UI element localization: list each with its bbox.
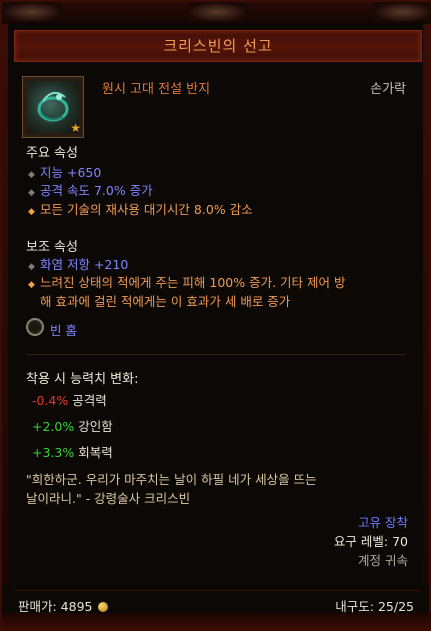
legendary-bullet-icon: ◆ [28,280,35,290]
bullet-icon: ◆ [28,262,35,272]
gold-coin-icon [98,602,109,612]
item-icon-frame: ★ [22,76,84,138]
required-level: 요구 레벨: 70 [333,534,408,549]
bottom-ornament [2,613,431,629]
secondary-stat: ◆ 화염 저항 +210 [28,257,129,272]
bullet-icon: ◆ [28,170,35,180]
bullet-icon: ◆ [28,188,35,198]
primary-stat: ◆ 지능 +650 [28,165,102,180]
ancient-star-icon: ★ [70,121,81,135]
item-type: 원시 고대 전설 반지 [102,82,211,97]
legendary-stat-continued: 해 효과에 걸린 적에게는 이 효과가 세 배로 증가 [40,294,291,309]
primary-stat: ◆ 공격 속도 7.0% 증가 [28,183,153,198]
left-border [2,24,8,584]
primary-label: 주요 속성 [26,146,78,161]
left-ornament [2,2,62,22]
flavor-text: "희한하군. 우리가 마주치는 날이 하필 네가 세상을 뜨는 날이라니." -… [26,472,317,506]
empty-socket-icon [26,318,44,336]
stat-change-row: +2.0% 강인함 [32,419,113,434]
stat-change-row: -0.4% 공격력 [32,393,107,408]
item-slot: 손가락 [370,82,406,97]
divider [26,354,406,355]
legendary-stat: ◆ 느려진 상태의 적에게 주는 피해 100% 증가. 기타 제어 방 [28,275,346,290]
title-bar: 크리스빈의 선고 [14,30,422,62]
changes-label: 착용 시 능력치 변화: [26,372,139,387]
top-ornament [2,2,431,24]
right-border [423,24,429,584]
secondary-label: 보조 속성 [26,240,78,255]
socket-text: 빈 홈 [50,323,77,338]
right-ornament [373,2,431,22]
center-ornament [187,2,247,22]
unique-equipped: 고유 장착 [358,515,408,530]
account-bound: 계정 귀속 [358,553,408,568]
item-tooltip: 크리스빈의 선고 ★ 원시 고대 전설 반지 손가락 주요 속성 ◆ 지능 +65… [0,0,431,631]
stat-change-row: +3.3% 회복력 [32,445,113,460]
legendary-bullet-icon: ◆ [28,207,35,217]
item-name: 크리스빈의 선고 [163,37,273,55]
legendary-stat: ◆ 모든 기술의 재사용 대기시간 8.0% 감소 [28,202,253,217]
